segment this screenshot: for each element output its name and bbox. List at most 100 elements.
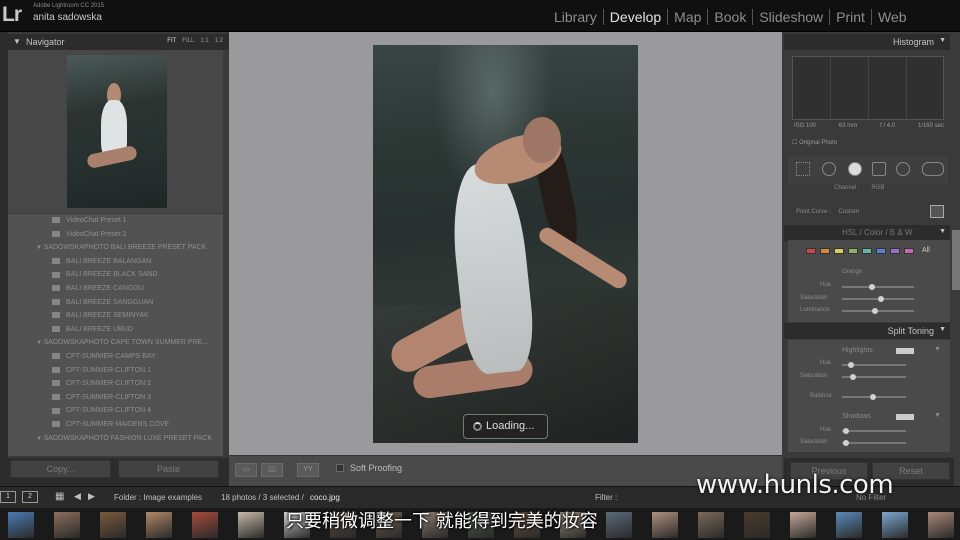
collapse-triangle-icon[interactable]: ▼	[13, 37, 21, 46]
preset-folder[interactable]: ▼ SADOWSKAPHOTO FASHION LUXE PRESET PACK	[36, 432, 212, 445]
hsl-color-swatch[interactable]	[862, 248, 872, 254]
tab-bw[interactable]: B & W	[890, 228, 913, 237]
folder-label[interactable]: Folder : Image examples	[114, 493, 202, 502]
before-after-icon[interactable]: ▯▯	[261, 463, 283, 477]
hsl-hue-knob[interactable]	[869, 284, 875, 290]
navigator-header[interactable]: ▼ Navigator FIT FILL 1:1 1:2	[8, 34, 229, 50]
back-arrow-icon[interactable]: ◀	[74, 491, 81, 502]
preset-item[interactable]: VideoChat Preset 2	[52, 228, 127, 241]
right-panel-scrollbar[interactable]	[952, 230, 960, 290]
before-after-yy-icon[interactable]: YY	[297, 463, 319, 477]
filmstrip-thumbnail[interactable]	[606, 512, 632, 538]
paste-button[interactable]: Paste	[118, 460, 219, 478]
left-panel-edge[interactable]	[0, 32, 8, 486]
shadows-color-swatch[interactable]	[896, 414, 914, 420]
red-eye-icon[interactable]	[848, 162, 862, 176]
radial-filter-icon[interactable]	[896, 162, 910, 176]
highlights-triangle-icon[interactable]: ▼	[934, 346, 941, 353]
preset-item[interactable]: CPT-SUMMER-CLIFTON 4	[52, 404, 151, 417]
module-web[interactable]: Web	[872, 9, 913, 25]
filmstrip-thumbnail[interactable]	[790, 512, 816, 538]
preset-item[interactable]: BALI BREEZE BALANGAN	[52, 255, 151, 268]
adjustment-brush-icon[interactable]	[922, 162, 944, 176]
filmstrip-thumbnail[interactable]	[652, 512, 678, 538]
hsl-color-swatch[interactable]	[890, 248, 900, 254]
point-curve-value[interactable]: Custom	[838, 209, 859, 215]
filmstrip-thumbnail[interactable]	[54, 512, 80, 538]
shadows-triangle-icon[interactable]: ▼	[934, 412, 941, 419]
hsl-color-swatch[interactable]	[820, 248, 830, 254]
filmstrip-thumbnail[interactable]	[238, 512, 264, 538]
module-slideshow[interactable]: Slideshow	[753, 9, 831, 25]
hsl-color-swatch[interactable]	[806, 248, 816, 254]
filmstrip-thumbnail[interactable]	[698, 512, 724, 538]
zoom-fit[interactable]: FIT	[167, 38, 176, 44]
preset-item[interactable]: CPT-SUMMER-CLIFTON 1	[52, 364, 151, 377]
curve-adjust-icon[interactable]	[930, 205, 944, 218]
hsl-color-swatch[interactable]	[834, 248, 844, 254]
collapse-triangle-icon[interactable]: ▼	[939, 37, 946, 44]
highlights-color-swatch[interactable]	[896, 348, 914, 354]
balance-knob[interactable]	[870, 394, 876, 400]
zoom-1-1[interactable]: 1:1	[200, 38, 208, 44]
split-sh-saturation-slider[interactable]	[842, 442, 906, 444]
grid-icon[interactable]: ▦	[55, 491, 64, 502]
histogram[interactable]	[792, 56, 944, 120]
tab-color[interactable]: Color	[864, 228, 883, 237]
crop-icon[interactable]	[796, 162, 810, 176]
navigator-thumbnail[interactable]	[67, 55, 167, 208]
collapse-triangle-icon[interactable]: ▼	[939, 228, 946, 235]
preset-item[interactable]: VideoChat Preset 1	[52, 214, 127, 227]
hsl-hue-slider[interactable]	[842, 286, 914, 288]
graduated-filter-icon[interactable]	[872, 162, 886, 176]
hsl-saturation-knob[interactable]	[878, 296, 884, 302]
copy-button[interactable]: Copy...	[10, 460, 111, 478]
point-curve-row[interactable]: Point Curve : Custom	[796, 209, 859, 215]
soft-proofing-checkbox[interactable]	[336, 464, 344, 472]
folder-triangle-icon[interactable]: ▼	[36, 245, 44, 251]
module-print[interactable]: Print	[830, 9, 872, 25]
module-library[interactable]: Library	[548, 9, 604, 25]
filmstrip-thumbnail[interactable]	[928, 512, 954, 538]
preset-item[interactable]: BALI BREEZE SANGGUAN	[52, 296, 153, 309]
hsl-header[interactable]: HSL / Color / B & W ▼	[784, 225, 950, 241]
preset-item[interactable]: BALI BREEZE UBUD	[52, 323, 133, 336]
split-hl-hue-knob[interactable]	[848, 362, 854, 368]
spot-removal-icon[interactable]	[822, 162, 836, 176]
hsl-all[interactable]: All	[922, 247, 930, 254]
filmstrip-thumbnail[interactable]	[744, 512, 770, 538]
collapse-triangle-icon[interactable]: ▼	[939, 326, 946, 333]
hsl-luminance-knob[interactable]	[872, 308, 878, 314]
view-1-button[interactable]: 1	[0, 491, 16, 503]
split-sh-saturation-knob[interactable]	[843, 440, 849, 446]
loupe-view-icon[interactable]: ▭	[235, 463, 257, 477]
soft-proofing[interactable]: Soft Proofing	[336, 463, 402, 473]
module-book[interactable]: Book	[708, 9, 754, 25]
main-photo[interactable]	[373, 45, 638, 443]
preset-item[interactable]: BALI BREEZE SEMINYAK	[52, 309, 149, 322]
original-photo[interactable]: ☐ Original Photo	[792, 139, 837, 146]
filmstrip-thumbnail[interactable]	[146, 512, 172, 538]
channel-value[interactable]: RGB	[871, 185, 884, 191]
preset-item[interactable]: CPT-SUMMER-CLIFTON 2	[52, 377, 151, 390]
filmstrip-thumbnail[interactable]	[192, 512, 218, 538]
hsl-color-swatch[interactable]	[904, 248, 914, 254]
hsl-luminance-slider[interactable]	[842, 310, 914, 312]
filmstrip-thumbnail[interactable]	[8, 512, 34, 538]
preset-item[interactable]: CPT-SUMMER-MAIDENS COVE	[52, 418, 169, 431]
folder-triangle-icon[interactable]: ▼	[36, 436, 44, 442]
filmstrip-thumbnail[interactable]	[100, 512, 126, 538]
folder-triangle-icon[interactable]: ▼	[36, 340, 44, 346]
preset-item[interactable]: BALI BREEZE CANGGU	[52, 282, 144, 295]
zoom-fill[interactable]: FILL	[182, 38, 194, 44]
channel-row[interactable]: Channel : RGB	[834, 185, 884, 191]
preset-item[interactable]: BALI BREEZE BLACK SAND	[52, 268, 157, 281]
preset-item[interactable]: CPT-SUMMER-CAMPS BAY	[52, 350, 156, 363]
split-hl-saturation-knob[interactable]	[850, 374, 856, 380]
preset-folder[interactable]: ▼ SADOWSKAPHOTO BALI BREEZE PRESET PACK	[36, 241, 206, 254]
split-sh-hue-slider[interactable]	[842, 430, 906, 432]
original-photo-checkbox-icon[interactable]: ☐	[792, 140, 797, 146]
zoom-1-2[interactable]: 1:2	[215, 38, 223, 44]
split-toning-header[interactable]: Split Toning ▼	[784, 323, 950, 339]
split-sh-hue-knob[interactable]	[843, 428, 849, 434]
